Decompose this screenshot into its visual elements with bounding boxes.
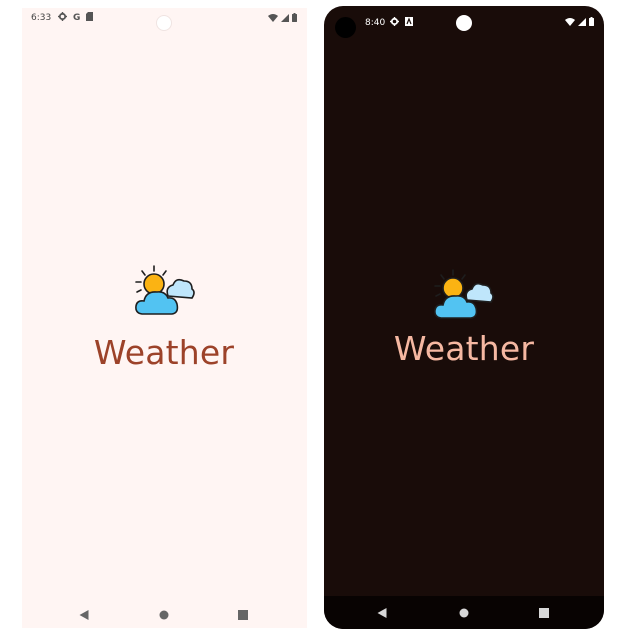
signal-icon xyxy=(578,17,586,29)
home-icon[interactable] xyxy=(459,608,469,618)
screenshot-stage: 6:33 G Weather 8:40 Weather xyxy=(0,0,622,637)
status-bar: 6:33 G xyxy=(22,8,307,28)
back-icon[interactable] xyxy=(377,607,387,618)
recents-icon[interactable] xyxy=(238,609,248,620)
gear-icon xyxy=(58,12,67,24)
battery-icon xyxy=(292,13,297,25)
wifi-icon xyxy=(565,17,575,29)
sd-card-icon xyxy=(86,12,94,24)
app-title: Weather xyxy=(93,333,235,372)
wifi-icon xyxy=(268,13,278,25)
navigation-bar xyxy=(324,596,604,629)
status-icons-right xyxy=(565,17,594,29)
google-icon: G xyxy=(73,13,81,23)
status-bar: 8:40 xyxy=(324,6,604,36)
navigation-bar xyxy=(22,601,307,628)
weather-sun-cloud-icon xyxy=(431,268,495,324)
back-icon[interactable] xyxy=(79,609,89,620)
home-icon[interactable] xyxy=(159,610,169,620)
status-icons-left xyxy=(390,17,413,29)
light-mode-splash-screen: 6:33 G Weather xyxy=(22,8,307,628)
battery-icon xyxy=(589,17,594,29)
status-time: 6:33 xyxy=(31,13,52,23)
recents-icon[interactable] xyxy=(539,607,549,618)
gear-icon xyxy=(390,17,399,29)
status-time: 8:40 xyxy=(365,18,386,28)
a-badge-icon xyxy=(405,17,413,29)
app-title: Weather xyxy=(393,329,535,368)
status-icons-left: G xyxy=(58,12,94,24)
dark-mode-splash-screen: 8:40 Weather xyxy=(324,6,604,629)
signal-icon xyxy=(281,13,289,25)
weather-sun-cloud-icon xyxy=(132,264,196,320)
status-icons-right xyxy=(268,13,297,25)
